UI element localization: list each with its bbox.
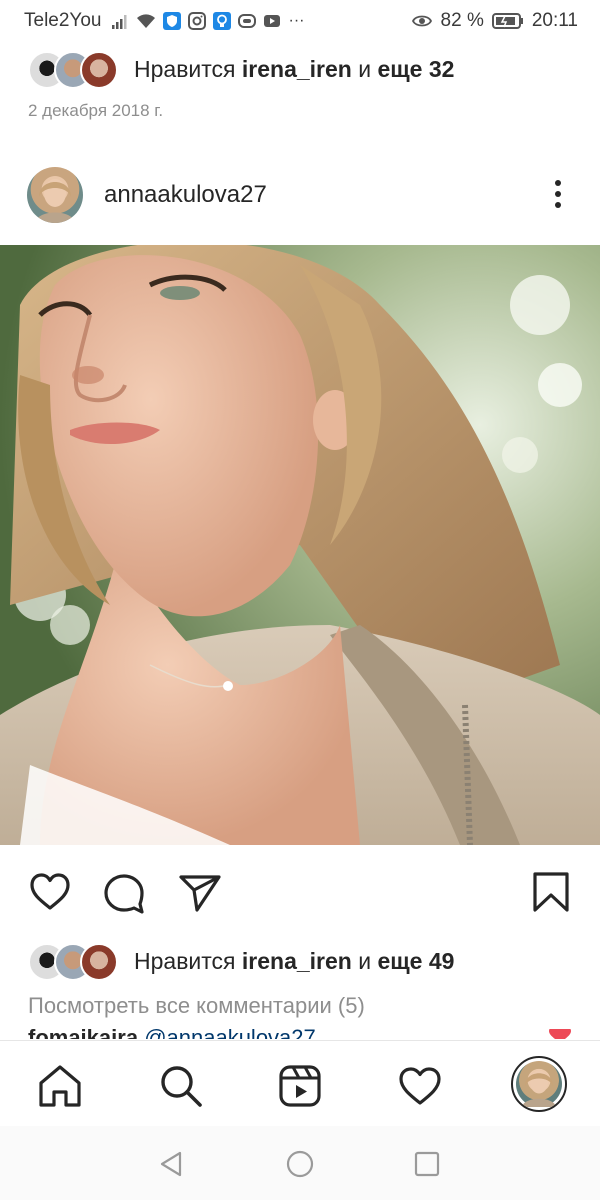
- likes-count[interactable]: еще 49: [377, 948, 454, 974]
- activity-heart-icon[interactable]: [395, 1061, 445, 1111]
- view-all-comments-link[interactable]: Посмотреть все комментарии (5): [28, 993, 365, 1019]
- comment-username[interactable]: fomaikaira: [28, 1025, 138, 1039]
- liker-avatars: [28, 51, 120, 89]
- reels-icon[interactable]: [275, 1061, 325, 1111]
- recents-icon[interactable]: [411, 1148, 443, 1180]
- post-header: annaakulova27: [0, 164, 600, 226]
- comment-icon[interactable]: [100, 868, 148, 916]
- more-icon-dot: [555, 202, 561, 208]
- signal-icon: [112, 15, 127, 29]
- author-avatar[interactable]: [27, 167, 83, 223]
- author-username[interactable]: annaakulova27: [104, 181, 267, 209]
- heart-icon[interactable]: [26, 868, 74, 916]
- instagram-app-icon: [188, 12, 207, 30]
- home-button-icon[interactable]: [284, 1148, 316, 1180]
- portrait-image: [0, 245, 600, 845]
- avatar: [516, 1061, 562, 1107]
- wifi-icon: [137, 14, 156, 28]
- bottom-likes-row[interactable]: Нравится irena_iren и еще 49: [28, 943, 454, 981]
- bookmark-icon[interactable]: [527, 868, 575, 916]
- more-options-button[interactable]: [546, 176, 570, 216]
- back-icon[interactable]: [156, 1148, 188, 1180]
- system-navigation-bar: [0, 1126, 600, 1200]
- likes-prefix: Нравится: [134, 55, 242, 82]
- avatar: [80, 51, 118, 89]
- top-likes-row[interactable]: Нравится irena_iren и еще 32: [28, 51, 454, 89]
- likes-summary: Нравится irena_iren и еще 32: [134, 56, 454, 83]
- youtube-app-icon: [264, 15, 281, 27]
- home-icon[interactable]: [35, 1061, 85, 1111]
- avatar: [80, 943, 118, 981]
- liker-avatars: [28, 943, 120, 981]
- eye-icon: [411, 15, 432, 27]
- post-photo[interactable]: [0, 245, 600, 845]
- bulb-app-icon: [213, 12, 232, 30]
- comment-like-icon[interactable]: [548, 1029, 572, 1039]
- battery-icon: [491, 13, 523, 29]
- search-icon[interactable]: [156, 1061, 206, 1111]
- comment-mention[interactable]: @annaakulova27: [144, 1025, 316, 1039]
- vr-app-icon: [238, 14, 257, 28]
- more-icon-dot: [555, 191, 561, 197]
- clock: 20:11: [531, 10, 578, 31]
- likes-prefix: Нравится: [134, 947, 242, 974]
- post-date: 2 декабря 2018 г.: [28, 101, 164, 120]
- send-icon[interactable]: [176, 868, 224, 916]
- more-icon: [555, 180, 561, 186]
- likes-conjunction: и: [351, 947, 378, 974]
- post-action-bar: [0, 860, 600, 924]
- likes-conjunction: и: [351, 55, 378, 82]
- liker-username[interactable]: irena_iren: [242, 948, 352, 974]
- likes-summary: Нравится irena_iren и еще 49: [134, 948, 454, 975]
- battery-percent: 82 %: [440, 10, 484, 31]
- comment-preview: fomaikaira @annaakulova27: [28, 1025, 316, 1039]
- carrier-label: Tele2You: [24, 10, 102, 31]
- profile-tab-avatar[interactable]: [511, 1056, 567, 1112]
- bottom-navigation: [0, 1040, 600, 1127]
- more-notifications-icon: ···: [288, 12, 305, 29]
- liker-username[interactable]: irena_iren: [242, 56, 352, 82]
- status-bar: Tele2You ··· 82 % 20:11: [0, 0, 600, 42]
- likes-count[interactable]: еще 32: [377, 56, 454, 82]
- shield-app-icon: [163, 12, 182, 30]
